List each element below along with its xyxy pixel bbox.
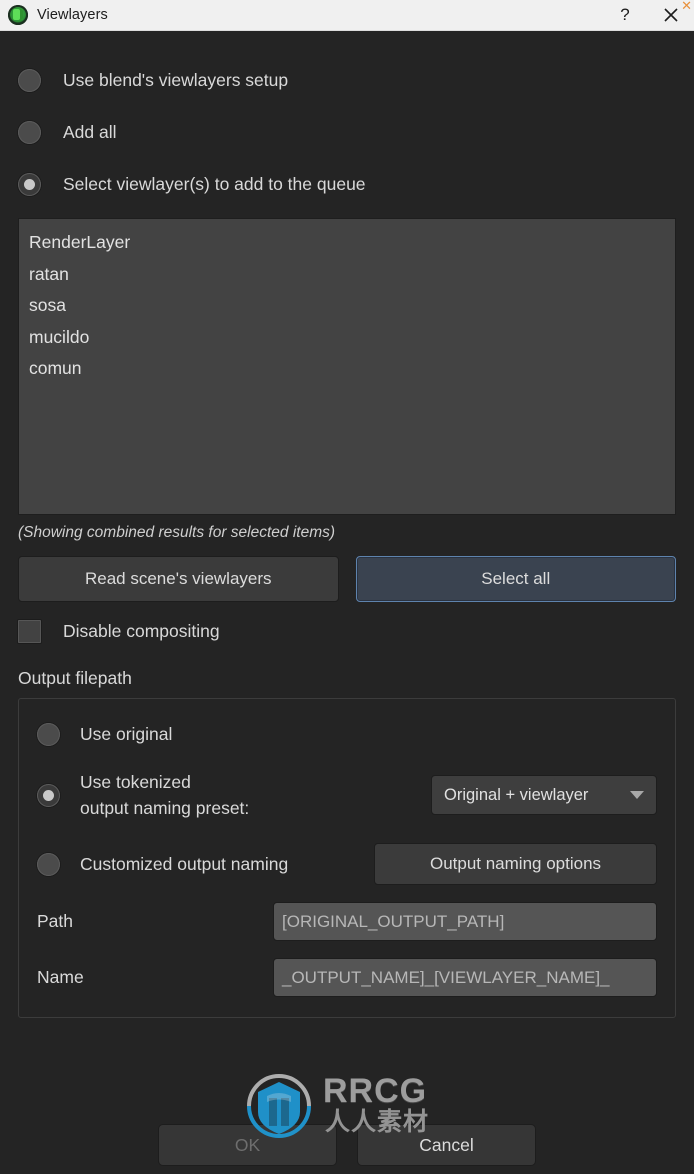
watermark-brand: RRCG (323, 1072, 428, 1110)
radio-use-original[interactable]: Use original (37, 721, 657, 747)
help-icon[interactable]: ? (602, 0, 648, 30)
radio-label: Add all (63, 121, 117, 142)
radio-indicator (37, 852, 60, 876)
dialog-footer: OK Cancel (0, 1124, 694, 1166)
list-item[interactable]: mucildo (27, 322, 675, 354)
output-filepath-group-title: Output filepath (18, 668, 132, 688)
radio-add-all[interactable]: Add all (18, 118, 676, 146)
name-field-label: Name (37, 967, 84, 987)
radio-label: Use original (80, 724, 173, 744)
dialog-content: Use blend's viewlayers setup Add all Sel… (0, 66, 694, 1018)
radio-label: Use blend's viewlayers setup (63, 69, 289, 90)
window-title: Viewlayers (37, 7, 108, 23)
output-filepath-group: Use original Use tokenized output naming… (18, 698, 676, 1018)
name-input[interactable]: _OUTPUT_NAME]_[VIEWLAYER_NAME]_ (273, 958, 657, 997)
list-item[interactable]: sosa (27, 290, 675, 322)
radio-customized-output-naming[interactable]: Customized output naming Output naming o… (37, 843, 657, 885)
radio-use-blend-setup[interactable]: Use blend's viewlayers setup (18, 66, 676, 94)
chevron-down-icon (630, 791, 644, 799)
path-input[interactable]: [ORIGINAL_OUTPUT_PATH] (273, 902, 657, 941)
radio-label: Select viewlayer(s) to add to the queue (63, 173, 366, 194)
disable-compositing-checkbox[interactable]: Disable compositing (18, 618, 676, 644)
window-titlebar: Viewlayers ? ✕ (0, 0, 694, 31)
radio-indicator (37, 722, 60, 746)
list-item[interactable]: ratan (27, 259, 675, 291)
checkbox-indicator (18, 619, 41, 643)
radio-indicator-selected (18, 172, 41, 196)
radio-label: Use tokenized output naming preset: (80, 772, 250, 818)
list-item[interactable]: RenderLayer (27, 227, 675, 259)
name-field-row: Name _OUTPUT_NAME]_[VIEWLAYER_NAME]_ (37, 958, 657, 997)
naming-preset-dropdown[interactable]: Original + viewlayer (431, 775, 657, 815)
path-field-row: Path [ORIGINAL_OUTPUT_PATH] (37, 902, 657, 941)
list-status-note: (Showing combined results for selected i… (18, 524, 336, 541)
checkbox-label: Disable compositing (63, 620, 220, 641)
radio-indicator-selected (37, 783, 60, 807)
list-action-buttons: Read scene's viewlayers Select all (18, 556, 676, 602)
naming-preset-value: Original + viewlayer (444, 785, 589, 804)
path-field-label: Path (37, 911, 73, 931)
radio-label: Customized output naming (80, 854, 289, 874)
radio-indicator (18, 120, 41, 144)
radio-select-viewlayers[interactable]: Select viewlayer(s) to add to the queue (18, 170, 676, 198)
viewlayer-listbox[interactable]: RenderLayer ratan sosa mucildo comun (18, 218, 676, 515)
cancel-button[interactable]: Cancel (357, 1124, 536, 1166)
blender-app-icon (8, 5, 28, 25)
read-scene-viewlayers-button[interactable]: Read scene's viewlayers (18, 556, 339, 602)
ok-button[interactable]: OK (158, 1124, 337, 1166)
select-all-button[interactable]: Select all (355, 556, 676, 602)
corner-close-mark: ✕ (681, 0, 692, 13)
radio-use-tokenized-preset[interactable]: Use tokenized output naming preset: Orig… (37, 769, 657, 821)
radio-indicator (18, 68, 41, 92)
list-item[interactable]: comun (27, 353, 675, 385)
output-naming-options-button[interactable]: Output naming options (374, 843, 657, 885)
